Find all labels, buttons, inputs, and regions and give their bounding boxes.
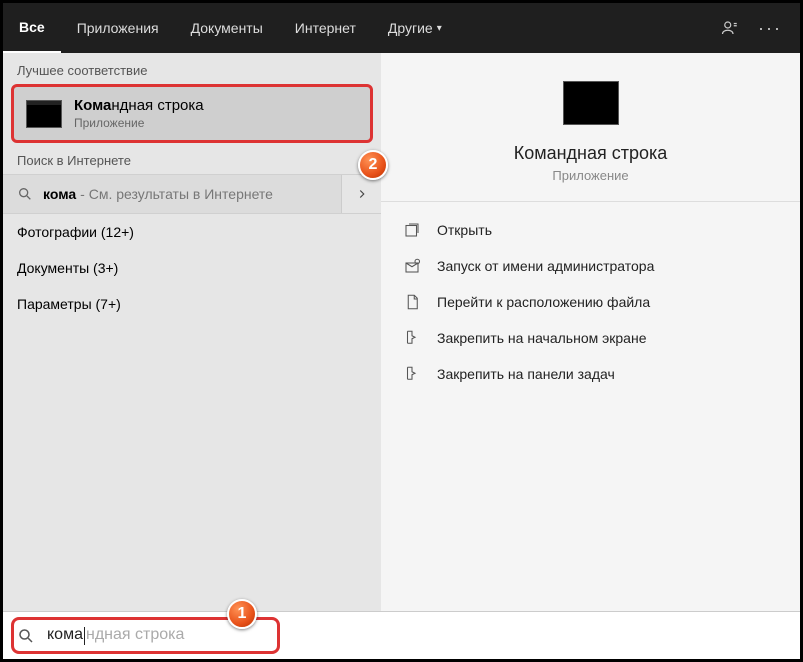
- tab-apps[interactable]: Приложения: [61, 3, 175, 53]
- category-settings[interactable]: Параметры (7+): [3, 286, 381, 322]
- search-bar[interactable]: командная строка: [3, 611, 800, 659]
- web-search-item[interactable]: кома - См. результаты в Интернете: [3, 174, 381, 214]
- preview-panel: Командная строка Приложение Открыть Запу…: [381, 53, 800, 611]
- more-options-icon[interactable]: ···: [750, 3, 790, 53]
- results-panel: Лучшее соответствие Командная строка При…: [3, 53, 381, 611]
- result-subtitle: Приложение: [74, 116, 204, 130]
- search-icon: [17, 186, 33, 202]
- chevron-right-icon[interactable]: [341, 175, 381, 213]
- feedback-icon[interactable]: [710, 3, 750, 53]
- category-documents[interactable]: Документы (3+): [3, 250, 381, 286]
- result-title: Командная строка: [74, 97, 204, 114]
- preview-title: Командная строка: [514, 143, 668, 164]
- tab-all[interactable]: Все: [3, 3, 61, 53]
- pin-taskbar-icon: [403, 365, 421, 383]
- tab-documents[interactable]: Документы: [175, 3, 279, 53]
- admin-icon: [403, 257, 421, 275]
- search-input[interactable]: командная строка: [47, 626, 184, 644]
- search-tabs: Все Приложения Документы Интернет Другие…: [3, 3, 800, 53]
- action-open-location[interactable]: Перейти к расположению файла: [389, 284, 792, 320]
- best-match-label: Лучшее соответствие: [3, 53, 381, 84]
- preview-subtitle: Приложение: [552, 168, 628, 183]
- command-prompt-icon: [26, 100, 62, 128]
- action-open[interactable]: Открыть: [389, 212, 792, 248]
- file-location-icon: [403, 293, 421, 311]
- action-pin-taskbar[interactable]: Закрепить на панели задач: [389, 356, 792, 392]
- action-pin-start[interactable]: Закрепить на начальном экране: [389, 320, 792, 356]
- chevron-down-icon: ▾: [437, 23, 442, 34]
- annotation-badge-2: 2: [358, 150, 388, 180]
- open-icon: [403, 221, 421, 239]
- tab-internet[interactable]: Интернет: [279, 3, 372, 53]
- action-run-as-admin[interactable]: Запуск от имени администратора: [389, 248, 792, 284]
- annotation-badge-1: 1: [227, 599, 257, 629]
- web-search-label: Поиск в Интернете: [3, 143, 381, 174]
- search-icon: [17, 627, 35, 645]
- tab-more[interactable]: Другие▾: [372, 3, 458, 53]
- best-match-result[interactable]: Командная строка Приложение: [11, 84, 373, 143]
- command-prompt-icon: [563, 81, 619, 125]
- category-photos[interactable]: Фотографии (12+): [3, 214, 381, 250]
- pin-start-icon: [403, 329, 421, 347]
